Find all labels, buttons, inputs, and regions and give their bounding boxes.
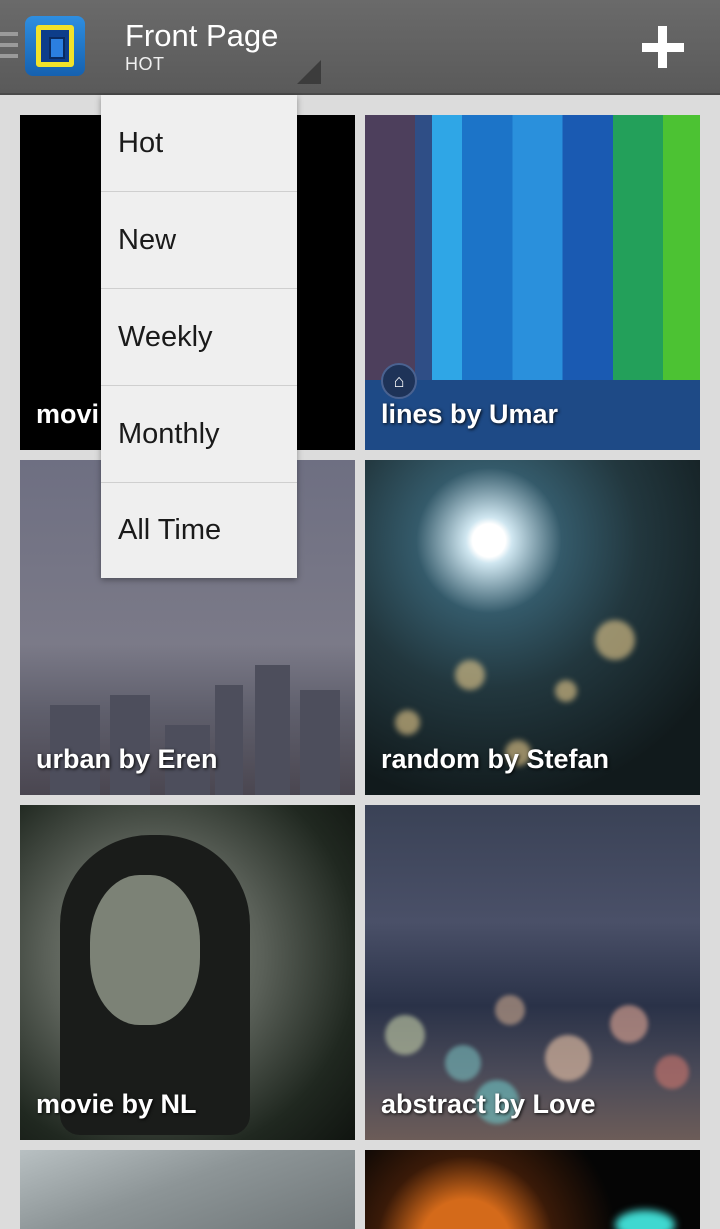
menu-item-monthly[interactable]: Monthly (101, 386, 297, 483)
sort-spinner[interactable]: Front Page HOT (125, 18, 278, 74)
drawer-indicator-icon[interactable] (0, 32, 20, 62)
menu-item-weekly[interactable]: Weekly (101, 289, 297, 386)
home-icon: ⌂ (381, 363, 417, 399)
tile-label: movi (36, 399, 100, 429)
tile-label: urban by Eren (36, 744, 218, 774)
menu-item-hot[interactable]: Hot (101, 95, 297, 192)
add-button[interactable] (640, 24, 686, 70)
city-skyline (20, 665, 355, 795)
tile-label: lines by Umar (381, 399, 559, 429)
sort-subtitle: HOT (125, 54, 165, 74)
wallpaper-tile[interactable]: random by Stefan (365, 460, 700, 795)
wallpaper-tile[interactable]: movie by NL (20, 805, 355, 1140)
action-bar: Front Page HOT (0, 0, 720, 95)
spinner-arrow-icon (297, 60, 321, 84)
page-title: Front Page (125, 18, 279, 53)
wallpaper-tile[interactable] (20, 1150, 355, 1229)
menu-item-all-time[interactable]: All Time (101, 483, 297, 578)
sort-dropdown-menu: Hot New Weekly Monthly All Time (101, 95, 297, 578)
wallpaper-tile[interactable]: ⌂ lines by Umar (365, 115, 700, 450)
wallpaper-tile[interactable]: abstract by Love (365, 805, 700, 1140)
tile-label: abstract by Love (381, 1089, 596, 1119)
tile-label: random by Stefan (381, 744, 610, 774)
wallpaper-tile[interactable] (365, 1150, 700, 1229)
menu-item-new[interactable]: New (101, 192, 297, 289)
wallpaper-app-icon[interactable] (25, 16, 85, 76)
tile-label: movie by NL (36, 1089, 197, 1119)
